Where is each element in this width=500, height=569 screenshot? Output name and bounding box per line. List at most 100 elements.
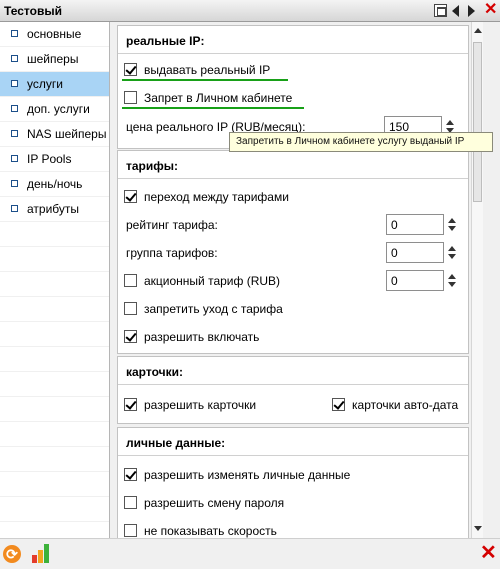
sidebar-item-label: шейперы: [27, 52, 79, 66]
hide-speed-row[interactable]: не показывать скорость: [118, 519, 468, 538]
close-icon[interactable]: ✕: [484, 2, 497, 18]
prev-arrow-icon[interactable]: [452, 5, 459, 17]
tariff-group-row: группа тарифов: 0: [118, 241, 468, 265]
window-titlebar: Тестовый ✕: [0, 0, 500, 22]
section-header: карточки:: [118, 357, 468, 385]
sidebar-item-label: основные: [27, 27, 82, 41]
allow-edit-personal-label: разрешить изменять личные данные: [144, 468, 351, 482]
stepper-up-icon[interactable]: [448, 246, 456, 251]
promo-tariff-checkbox[interactable]: [124, 274, 137, 287]
tariff-group-stepper[interactable]: 0: [386, 242, 458, 263]
highlight-underline: [122, 79, 288, 81]
hide-speed-checkbox[interactable]: [124, 524, 137, 537]
tariff-group-label: группа тарифов:: [126, 246, 218, 260]
stepper-up-icon[interactable]: [446, 120, 454, 125]
cards-row: разрешить карточки карточки авто-дата: [118, 393, 468, 417]
section-title: тарифы:: [126, 159, 179, 173]
bullet-icon: [11, 205, 18, 212]
stepper-down-icon[interactable]: [448, 282, 456, 287]
bullet-icon: [11, 180, 18, 187]
section-header: реальные IP:: [118, 26, 468, 54]
real-ip-section: реальные IP: выдавать реальный IP Запрет…: [117, 25, 469, 149]
window-title: Тестовый: [4, 4, 62, 18]
scroll-thumb[interactable]: [473, 42, 482, 202]
chart-bar: [44, 544, 49, 563]
switch-tariffs-row[interactable]: переход между тарифами: [118, 185, 468, 209]
tariff-group-input[interactable]: 0: [386, 242, 444, 263]
promo-tariff-row[interactable]: акционный тариф (RUB) 0: [118, 269, 468, 293]
switch-tariffs-label: переход между тарифами: [144, 190, 289, 204]
tariff-rating-row: рейтинг тарифа: 0: [118, 213, 468, 237]
sidebar-item-label: услуги: [27, 77, 63, 91]
stepper-down-icon[interactable]: [448, 254, 456, 259]
sidebar-item-label: день/ночь: [27, 177, 83, 191]
promo-tariff-input[interactable]: 0: [386, 270, 444, 291]
allow-enable-row[interactable]: разрешить включать: [118, 325, 468, 349]
deny-leave-checkbox[interactable]: [124, 302, 137, 315]
bullet-icon: [11, 130, 18, 137]
cards-section: карточки: разрешить карточки карточки ав…: [117, 356, 469, 424]
deny-leave-label: запретить уход с тарифа: [144, 302, 283, 316]
allow-edit-personal-row[interactable]: разрешить изменять личные данные: [118, 463, 468, 487]
sidebar-item-basic[interactable]: основные: [0, 22, 109, 46]
vertical-scrollbar[interactable]: [471, 22, 483, 538]
allow-password-change-checkbox[interactable]: [124, 496, 137, 509]
scroll-up-icon[interactable]: [474, 28, 482, 33]
highlight-underline: [122, 107, 304, 109]
stepper-arrows[interactable]: [446, 270, 458, 291]
sidebar: основные шейперы услуги доп. услуги NAS …: [0, 22, 110, 538]
section-title: личные данные:: [126, 436, 226, 450]
sidebar-item-label: NAS шейперы: [27, 127, 107, 141]
allow-edit-personal-checkbox[interactable]: [124, 468, 137, 481]
chart-icon[interactable]: [32, 543, 52, 563]
tariff-rating-label: рейтинг тарифа:: [126, 218, 218, 232]
deny-in-cabinet-label: Запрет в Личном кабинете: [144, 91, 293, 105]
tariff-rating-input[interactable]: 0: [386, 214, 444, 235]
tariffs-section: тарифы: переход между тарифами рейтинг т…: [117, 150, 469, 354]
bullet-icon: [11, 80, 18, 87]
restore-icon[interactable]: [434, 4, 447, 17]
sidebar-item-label: атрибуты: [27, 202, 80, 216]
close-icon[interactable]: ✕: [480, 543, 497, 563]
sidebar-item-shapers[interactable]: шейперы: [0, 47, 109, 71]
sidebar-item-attributes[interactable]: атрибуты: [0, 197, 109, 221]
allow-enable-label: разрешить включать: [144, 330, 260, 344]
section-header: тарифы:: [118, 151, 468, 179]
sidebar-item-day-night[interactable]: день/ночь: [0, 172, 109, 196]
stepper-up-icon[interactable]: [448, 274, 456, 279]
tariff-rating-stepper[interactable]: 0: [386, 214, 458, 235]
section-title: карточки:: [126, 365, 183, 379]
chart-bar: [32, 555, 37, 563]
sidebar-item-nas-shapers[interactable]: NAS шейперы: [0, 122, 109, 146]
allow-password-change-row[interactable]: разрешить смену пароля: [118, 491, 468, 515]
allow-cards-checkbox[interactable]: [124, 398, 137, 411]
cards-auto-date-checkbox[interactable]: [332, 398, 345, 411]
stepper-up-icon[interactable]: [448, 218, 456, 223]
stepper-down-icon[interactable]: [448, 226, 456, 231]
promo-tariff-label: акционный тариф (RUB): [144, 274, 281, 288]
bottom-toolbar: ⟳ ✕: [0, 538, 500, 569]
personal-data-section: личные данные: разрешить изменять личные…: [117, 427, 469, 538]
stepper-arrows[interactable]: [446, 242, 458, 263]
sidebar-item-services[interactable]: услуги: [0, 72, 109, 96]
services-panel: реальные IP: выдавать реальный IP Запрет…: [110, 22, 500, 538]
scroll-down-icon[interactable]: [474, 526, 482, 531]
tooltip: Запретить в Личном кабинете услугу выдан…: [229, 132, 493, 152]
deny-leave-row[interactable]: запретить уход с тарифа: [118, 297, 468, 321]
allow-cards-label: разрешить карточки: [144, 398, 257, 412]
bullet-icon: [11, 155, 18, 162]
sidebar-item-extra-services[interactable]: доп. услуги: [0, 97, 109, 121]
give-real-ip-checkbox[interactable]: [124, 63, 137, 76]
allow-password-change-label: разрешить смену пароля: [144, 496, 285, 510]
next-arrow-icon[interactable]: [468, 5, 475, 17]
section-header: личные данные:: [118, 428, 468, 456]
refresh-icon[interactable]: ⟳: [3, 545, 21, 563]
stepper-arrows[interactable]: [446, 214, 458, 235]
give-real-ip-label: выдавать реальный IP: [144, 63, 271, 77]
promo-tariff-stepper[interactable]: 0: [386, 270, 458, 291]
switch-tariffs-checkbox[interactable]: [124, 190, 137, 203]
sidebar-item-ip-pools[interactable]: IP Pools: [0, 147, 109, 171]
allow-enable-checkbox[interactable]: [124, 330, 137, 343]
deny-in-cabinet-checkbox[interactable]: [124, 91, 137, 104]
cards-auto-date-label: карточки авто-дата: [352, 398, 459, 412]
